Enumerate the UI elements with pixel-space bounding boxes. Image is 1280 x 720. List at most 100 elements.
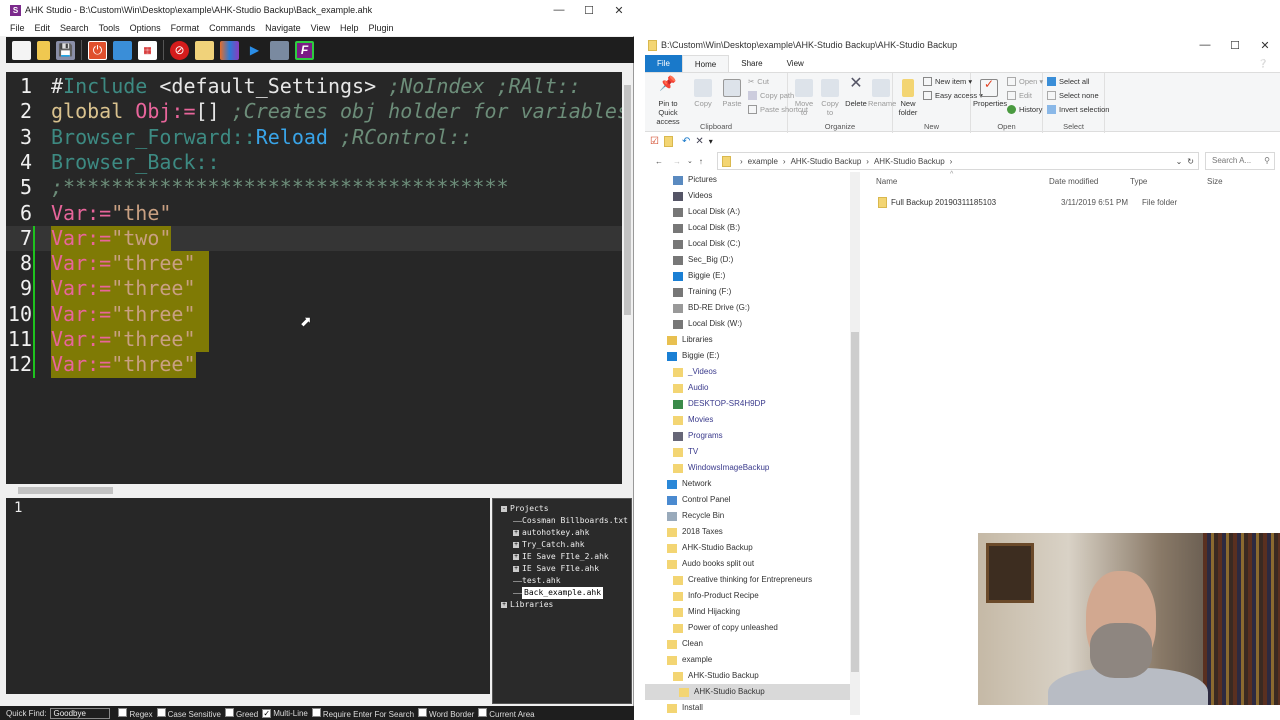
code-line[interactable]: 5 ;************************************* <box>6 175 622 200</box>
tab-file[interactable]: File <box>645 55 682 72</box>
nav-item[interactable]: Sec_Big (D:) <box>645 252 850 268</box>
code-editor[interactable]: 1 #Include <default_Settings> ;NoIndex ;R… <box>6 72 629 484</box>
window-icon[interactable] <box>113 40 132 60</box>
delete-icon[interactable]: ✕ <box>695 136 703 147</box>
tab-share[interactable]: Share <box>729 55 774 72</box>
address-dropdown-icon[interactable]: ⌄ <box>1176 157 1183 166</box>
menu-format[interactable]: Format <box>171 23 200 33</box>
nav-item[interactable]: Network <box>645 476 850 492</box>
properties-button[interactable]: ✓ Properties <box>973 78 1007 108</box>
plugin-f-icon[interactable]: F <box>295 40 314 60</box>
nav-item[interactable]: Mind Hijacking <box>645 604 850 620</box>
nav-item[interactable]: Install <box>645 700 850 715</box>
nav-item[interactable]: Biggie (E:) <box>645 268 850 284</box>
option-multi-line[interactable]: ✓ Multi-Line <box>258 708 308 718</box>
nav-item[interactable]: Audio <box>645 380 850 396</box>
save-icon[interactable]: 💾 <box>56 40 75 60</box>
checkbox[interactable] <box>478 707 488 717</box>
tree-node-projects[interactable]: - Projects <box>493 503 631 515</box>
tree-item[interactable]: Cossman Billboards.txt <box>493 515 631 527</box>
up-arrow-icon[interactable]: ↑ <box>699 157 703 166</box>
expand-icon[interactable]: + <box>513 566 519 572</box>
nav-item[interactable]: _Videos <box>645 364 850 380</box>
option-current-area[interactable]: Current Area <box>474 707 535 719</box>
breadcrumb-item[interactable]: AHK-Studio Backup <box>874 157 945 166</box>
tree-item[interactable]: Back_example.ahk <box>493 587 631 599</box>
invert-selection-button[interactable]: Invert selection <box>1047 105 1109 114</box>
option-case-sensitive[interactable]: Case Sensitive <box>153 707 221 719</box>
maximize-button[interactable]: ☐ <box>1220 39 1250 52</box>
nav-item[interactable]: 2018 Taxes <box>645 524 850 540</box>
edit-button[interactable]: Edit <box>1007 91 1032 100</box>
close-button[interactable]: ✕ <box>604 4 634 17</box>
checkbox[interactable] <box>224 707 234 717</box>
back-arrow-icon[interactable]: ← <box>655 157 663 166</box>
paste-button[interactable]: Paste <box>719 79 745 108</box>
menu-plugin[interactable]: Plugin <box>369 23 394 33</box>
column-header-date-modified[interactable]: Date modified <box>1049 177 1098 186</box>
vs-icon[interactable] <box>220 40 239 60</box>
expand-icon[interactable]: + <box>513 542 519 548</box>
nav-item[interactable]: Videos <box>645 188 850 204</box>
navigation-pane-scroll-thumb[interactable] <box>851 332 859 672</box>
breadcrumb-item[interactable]: AHK-Studio Backup <box>791 157 862 166</box>
help-icon[interactable]: ❔ <box>1246 55 1280 72</box>
nav-item[interactable]: Training (F:) <box>645 284 850 300</box>
properties-icon[interactable]: ☑ <box>650 136 659 147</box>
nav-item[interactable]: AHK-Studio Backup <box>645 684 850 700</box>
tree-icon[interactable]: ▦ <box>138 40 157 60</box>
menu-view[interactable]: View <box>311 23 330 33</box>
option-regex[interactable]: Regex <box>114 707 153 719</box>
new-item-button[interactable]: New item ▾ <box>923 77 972 86</box>
nav-item[interactable]: Local Disk (A:) <box>645 204 850 220</box>
menu-commands[interactable]: Commands <box>209 23 255 33</box>
file-row[interactable]: Full Backup 20190311185103 3/11/2019 6:5… <box>862 195 1280 209</box>
forward-arrow-icon[interactable]: → <box>673 157 681 166</box>
refresh-icon[interactable]: ↻ <box>1187 157 1194 166</box>
checkbox[interactable]: ✓ <box>262 708 272 718</box>
nav-item[interactable]: BD-RE Drive (G:) <box>645 300 850 316</box>
code-line[interactable]: 10 Var:="three" <box>6 301 622 327</box>
recent-dropdown-icon[interactable]: ⌄ <box>687 157 693 165</box>
tree-item[interactable]: test.ahk <box>493 575 631 587</box>
nav-item[interactable]: Power of copy unleashed <box>645 620 850 636</box>
editor-horizontal-scroll-thumb[interactable] <box>18 487 113 494</box>
history-button[interactable]: History <box>1007 105 1042 114</box>
expand-icon[interactable]: + <box>513 554 519 560</box>
code-line[interactable]: 3 Browser_Forward::Reload ;RControl:: <box>6 125 622 150</box>
checkbox[interactable] <box>311 707 321 717</box>
option-greed[interactable]: Greed <box>221 707 258 719</box>
nav-item[interactable]: Pictures <box>645 172 850 188</box>
minimize-button[interactable]: — <box>1190 39 1220 51</box>
run-icon[interactable]: ▶ <box>245 41 264 60</box>
code-line[interactable]: 12 Var:="three" <box>6 352 622 378</box>
output-pane[interactable]: 1 <box>6 498 490 694</box>
checkbox[interactable] <box>118 707 128 717</box>
open-button[interactable]: Open ▾ <box>1007 77 1043 86</box>
copy-button[interactable]: Copy <box>691 79 715 108</box>
select-none-button[interactable]: Select none <box>1047 91 1099 100</box>
breadcrumb-item[interactable]: example <box>748 157 778 166</box>
copy-to-button[interactable]: Copy to <box>818 79 842 117</box>
column-header-name[interactable]: Name <box>876 177 897 186</box>
code-line[interactable]: 7 Var:="two" <box>6 225 622 252</box>
tree-node-libraries[interactable]: + Libraries <box>493 599 631 611</box>
menu-search[interactable]: Search <box>60 23 89 33</box>
new-file-icon[interactable] <box>12 40 31 60</box>
nav-item[interactable]: Local Disk (C:) <box>645 236 850 252</box>
stop-icon[interactable]: ⊘ <box>170 40 189 60</box>
new-folder-button[interactable]: New folder <box>895 79 921 117</box>
tree-item[interactable]: + Try_Catch.ahk <box>493 539 631 551</box>
menu-file[interactable]: File <box>10 23 25 33</box>
debug-icon[interactable] <box>270 40 289 60</box>
nav-item[interactable]: Movies <box>645 412 850 428</box>
expand-icon[interactable]: + <box>513 530 519 536</box>
nav-item[interactable]: Local Disk (W:) <box>645 316 850 332</box>
column-header-type[interactable]: Type <box>1130 177 1147 186</box>
delete-button[interactable]: ✕ Delete <box>844 76 868 109</box>
project-explorer-tree[interactable]: - Projects Cossman Billboards.txt + autohotk… <box>492 498 632 704</box>
select-all-button[interactable]: Select all <box>1047 77 1089 86</box>
nav-item[interactable]: Info-Product Recipe <box>645 588 850 604</box>
nav-item[interactable]: Programs <box>645 428 850 444</box>
option-require-enter-for-search[interactable]: Require Enter For Search <box>308 707 414 719</box>
